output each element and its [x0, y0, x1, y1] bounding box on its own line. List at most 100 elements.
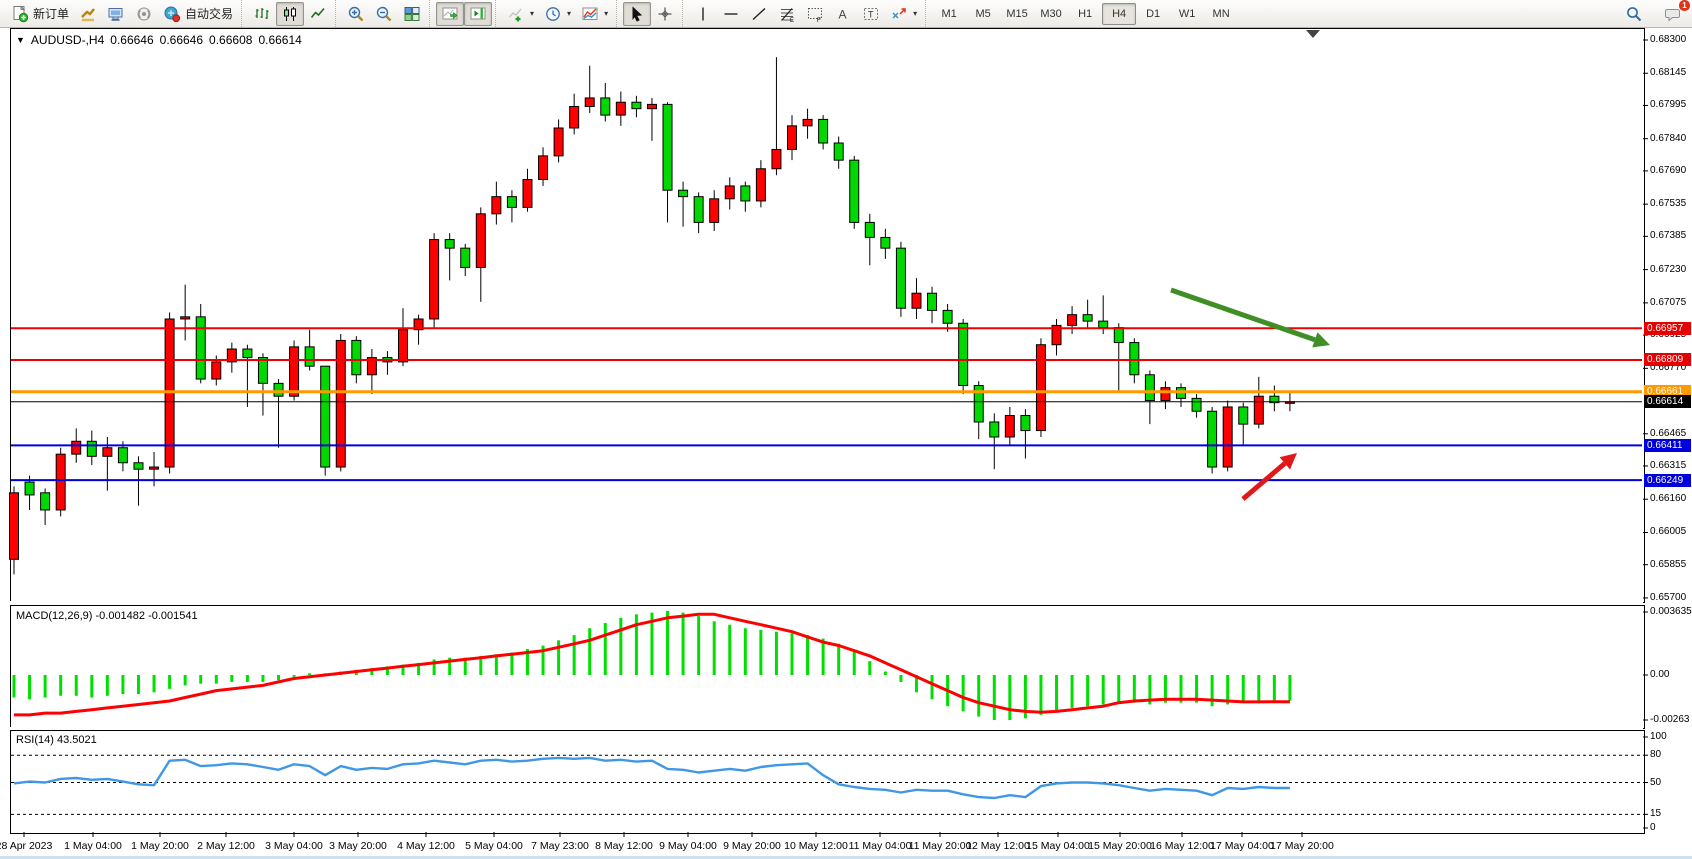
chevron-down-icon[interactable]: ▾ [604, 9, 608, 18]
templates-button[interactable]: ▾ [576, 2, 613, 26]
candlestick-chart-button[interactable] [276, 2, 304, 26]
bars-chart-button[interactable] [248, 2, 276, 26]
tile-windows-button[interactable] [398, 2, 426, 26]
rsi-value: 43.5021 [57, 734, 97, 746]
chevron-down-icon[interactable]: ▾ [567, 9, 571, 18]
rsi-tick-label: 0 [1650, 822, 1656, 833]
time-axis-label: 3 May 20:00 [329, 840, 387, 852]
svg-text:F: F [817, 18, 821, 23]
periods-button[interactable]: ▾ [539, 2, 576, 26]
timeframe-w1[interactable]: W1 [1170, 3, 1204, 25]
channel-button[interactable]: F [801, 2, 829, 26]
time-axis-label: 15 May 04:00 [1026, 840, 1090, 852]
arrows-icon [890, 5, 908, 23]
trendline-button[interactable] [745, 2, 773, 26]
price-level-box: 0.66809 [1644, 353, 1691, 366]
zoom-group [335, 0, 429, 27]
text-button[interactable]: A [829, 2, 857, 26]
timeframe-m30[interactable]: M30 [1034, 3, 1068, 25]
macd-splitter[interactable] [10, 601, 1643, 604]
autotrading-button[interactable]: 自动交易 [158, 2, 238, 26]
zoom-in-button[interactable] [342, 2, 370, 26]
rsi-panel[interactable] [10, 730, 1645, 834]
fibonacci-button[interactable]: E [773, 2, 801, 26]
terminal-button[interactable] [102, 2, 130, 26]
price-tick-label: 0.65700 [1650, 592, 1686, 603]
time-axis-label: 9 May 04:00 [659, 840, 717, 852]
pointer-group [616, 0, 682, 27]
rsi-tick-label: 50 [1650, 777, 1661, 788]
rsi-header: RSI(14) 43.5021 [16, 734, 97, 746]
auto-scroll-button[interactable] [436, 2, 464, 26]
text-label-button[interactable]: T [857, 2, 885, 26]
timeframe-h1[interactable]: H1 [1068, 3, 1102, 25]
autotrading-button-label: 自动交易 [185, 5, 233, 22]
terminal-icon [107, 5, 125, 23]
price-tick-label: 0.66315 [1650, 460, 1686, 471]
timeframe-m1[interactable]: M1 [932, 3, 966, 25]
market-watch-button[interactable] [74, 2, 102, 26]
zoom-in-icon [347, 5, 365, 23]
price-level-box: 0.66614 [1644, 395, 1691, 408]
cursor-icon [628, 5, 646, 23]
price-chart-panel[interactable] [10, 28, 1645, 603]
new-order-icon [11, 5, 29, 23]
ohlc-low: 0.66608 [209, 33, 252, 47]
time-axis-label: 8 May 12:00 [595, 840, 653, 852]
time-axis-label: 11 May 20:00 [909, 840, 972, 852]
timeframe-m5[interactable]: M5 [966, 3, 1000, 25]
ohlc-close: 0.66614 [258, 33, 301, 47]
search-button[interactable] [1620, 2, 1648, 26]
line-chart-icon [309, 5, 327, 23]
hline-icon [722, 5, 740, 23]
rsi-tick-label: 100 [1650, 731, 1667, 742]
scroll-group [429, 0, 495, 27]
chart-shift-button[interactable] [464, 2, 492, 26]
timeframe-h4[interactable]: H4 [1102, 3, 1136, 25]
price-tick-label: 0.67385 [1650, 230, 1686, 241]
ohlc-high: 0.66646 [160, 33, 203, 47]
crosshair-button[interactable] [651, 2, 679, 26]
drawing-group: E F AT ▾ [682, 0, 925, 27]
arrows-button[interactable]: ▾ [885, 2, 922, 26]
price-level-box: 0.66411 [1644, 439, 1691, 452]
vertical-line-button[interactable] [689, 2, 717, 26]
macd-label: MACD(12,26,9) [16, 610, 92, 622]
cursor-button[interactable] [623, 2, 651, 26]
fibonacci-icon: E [778, 5, 796, 23]
horizontal-line-button[interactable] [717, 2, 745, 26]
line-chart-button[interactable] [304, 2, 332, 26]
time-axis-label: 3 May 04:00 [265, 840, 323, 852]
chevron-down-icon[interactable]: ▾ [530, 9, 534, 18]
signal-button[interactable] [130, 2, 158, 26]
bars-chart-icon [253, 5, 271, 23]
channel-icon: F [806, 5, 824, 23]
macd-panel[interactable] [10, 605, 1645, 729]
timeframe-mn[interactable]: MN [1204, 3, 1238, 25]
timeframe-d1[interactable]: D1 [1136, 3, 1170, 25]
time-axis-label: 15 May 20:00 [1088, 840, 1152, 852]
autotrade-icon [163, 5, 181, 23]
indicators-icon [507, 5, 525, 23]
time-axis-label: 2 May 12:00 [197, 840, 255, 852]
candles-icon [281, 5, 299, 23]
timeframe-m15[interactable]: M15 [1000, 3, 1034, 25]
zoom-out-button[interactable] [370, 2, 398, 26]
price-tick-label: 0.68300 [1650, 34, 1686, 45]
price-level-box: 0.66249 [1644, 474, 1691, 487]
mt4-application: 新订单自动交易▾▾▾EFAT▾M1M5M15M30H1H4D1W1MN 1 ▼ … [0, 0, 1692, 859]
time-axis-label: 7 May 23:00 [531, 840, 589, 852]
symbol-period-label: AUDUSD-,H4 [31, 33, 104, 47]
gold-chart-icon [79, 5, 97, 23]
template-icon [581, 5, 599, 23]
time-axis-label: 4 May 12:00 [397, 840, 455, 852]
indicators-button[interactable]: ▾ [502, 2, 539, 26]
search-icon [1625, 5, 1643, 23]
symbol-dropdown-icon[interactable]: ▼ [16, 35, 25, 45]
price-tick-label: 0.67690 [1650, 165, 1686, 176]
tiles-icon [403, 5, 421, 23]
chevron-down-icon[interactable]: ▾ [913, 9, 917, 18]
price-tick-label: 0.67075 [1650, 297, 1686, 308]
new-order-button[interactable]: 新订单 [6, 2, 74, 26]
chat-button[interactable]: 1 [1658, 2, 1686, 26]
